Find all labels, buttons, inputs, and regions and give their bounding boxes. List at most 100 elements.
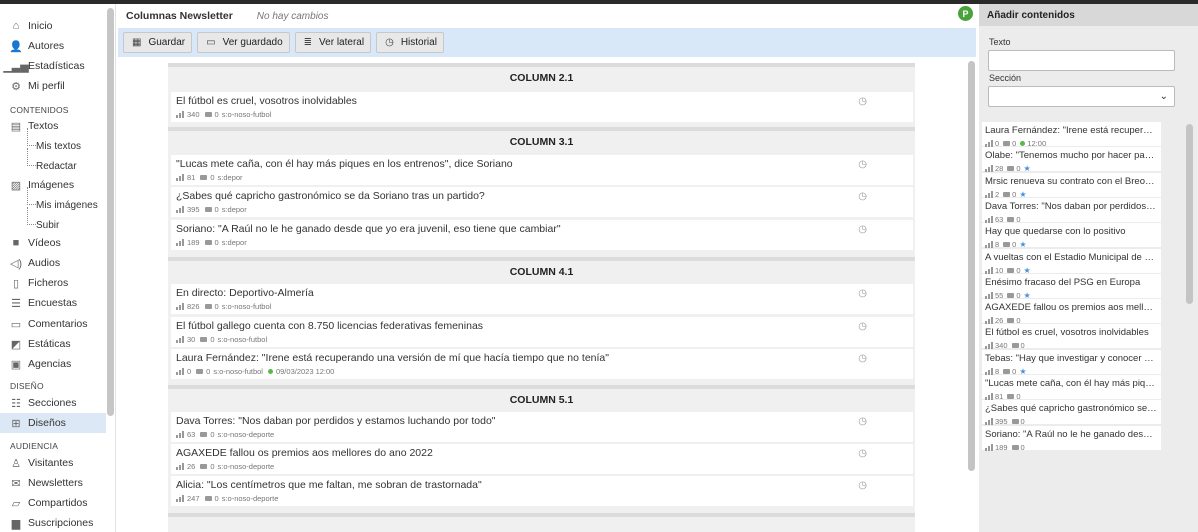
clock-icon[interactable]: ◷ xyxy=(858,480,867,491)
views-icon xyxy=(176,174,184,181)
content-item-title: "Lucas mete caña, con él hay más piques … xyxy=(985,378,1157,389)
panel-scrollbar[interactable] xyxy=(1186,124,1193,304)
column-item[interactable]: Dava Torres: "Nos daban por perdidos y e… xyxy=(171,412,913,442)
content-item-title: Enésimo fracaso del PSG en Europa xyxy=(985,276,1141,288)
clock-icon[interactable]: ◷ xyxy=(858,159,867,170)
content-list-item[interactable]: Laura Fernández: "Irene está recuperando… xyxy=(982,122,1161,148)
sidebar-item-estaticas[interactable]: ◩ Estáticas xyxy=(0,334,106,354)
clock-icon[interactable]: ◷ xyxy=(858,96,867,107)
content-list-item[interactable]: Dava Torres: "Nos daban por perdidos y e… xyxy=(982,197,1161,224)
save-button[interactable]: ▦ Guardar xyxy=(123,32,193,53)
column-item[interactable]: ¿Sabes qué capricho gastronómico se da S… xyxy=(171,187,913,217)
comment-icon xyxy=(1003,242,1011,248)
sidebar-item-compartidos[interactable]: ▱ Compartidos xyxy=(0,493,106,513)
view-sidebar-button[interactable]: ≣ Ver lateral xyxy=(294,32,372,53)
clock-icon[interactable]: ◷ xyxy=(858,191,867,202)
views-icon xyxy=(985,215,993,223)
content-list-item[interactable]: "Lucas mete caña, con él hay más piques … xyxy=(982,375,1161,401)
views-icon xyxy=(176,111,184,118)
section-select[interactable]: ⌄ xyxy=(988,86,1175,107)
item-title: ¿Sabes qué capricho gastronómico se da S… xyxy=(176,190,485,202)
view-saved-button[interactable]: ▭ Ver guardado xyxy=(197,32,290,53)
content-list-item[interactable]: Hay que quedarse con lo positivo 8 0 ★ xyxy=(982,223,1161,249)
clock-icon[interactable]: ◷ xyxy=(858,288,867,299)
sidebar-item-audios[interactable]: ◁) Audios xyxy=(0,253,106,273)
content-list-item[interactable]: ¿Sabes qué capricho gastronómico se da S… xyxy=(982,400,1161,426)
column-item[interactable]: En directo: Deportivo-Almería 826 0 s:o-… xyxy=(171,284,913,314)
item-title: El fútbol es cruel, vosotros inolvidable… xyxy=(176,95,357,107)
sidebar-item-autores[interactable]: 👤 Autores xyxy=(0,36,106,56)
content-list-item[interactable]: Mrsic renueva su contrato con el Breogán… xyxy=(982,172,1161,199)
add-content-panel: Añadir contenidos Texto Sección ⌄ Laura … xyxy=(979,4,1198,532)
clock-icon[interactable]: ◷ xyxy=(858,321,867,332)
sidebar-item-inicio[interactable]: ⌂ Inicio xyxy=(0,16,106,36)
sidebar-scrollbar[interactable] xyxy=(107,8,114,416)
sidebar-item-comentarios[interactable]: ▭ Comentarios xyxy=(0,314,106,334)
sidebar-item-visitantes[interactable]: ♙ Visitantes xyxy=(0,453,106,473)
comment-icon xyxy=(1003,141,1011,146)
sidebar-item-imagenes[interactable]: ▨ Imágenes xyxy=(0,175,106,195)
agency-icon: ▣ xyxy=(10,358,22,371)
clock-icon[interactable]: ◷ xyxy=(858,448,867,459)
content-list-item[interactable]: Olabe: "Tenemos mucho por hacer para seg… xyxy=(982,147,1161,173)
views-icon xyxy=(176,431,184,438)
sidebar-item-textos[interactable]: ▤ Textos xyxy=(0,116,106,136)
column-item[interactable]: AGAXEDE fallou os premios aos mellores d… xyxy=(171,444,913,474)
column-item[interactable]: El fútbol gallego cuenta con 8.750 licen… xyxy=(171,317,913,347)
sidebar-subitem-mis-textos[interactable]: Mis textos xyxy=(0,128,106,156)
history-icon: ◷ xyxy=(385,37,394,48)
sidebar-item-newsletters[interactable]: ✉ Newsletters xyxy=(0,473,106,493)
content-list-item[interactable]: A vueltas con el Estadio Municipal de Ri… xyxy=(982,248,1161,275)
content-item-title: Dava Torres: "Nos daban por perdidos y e… xyxy=(985,200,1157,212)
content-list-item[interactable]: Enésimo fracaso del PSG en Europa 55 0 ★ xyxy=(982,273,1161,300)
content-list-item[interactable]: AGAXEDE fallou os premios aos mellores d… xyxy=(982,299,1161,325)
user-badge[interactable]: P xyxy=(958,6,973,21)
clock-icon[interactable]: ◷ xyxy=(858,224,867,235)
column-item[interactable]: Laura Fernández: "Irene está recuperando… xyxy=(171,349,913,379)
sidebar-item-videos[interactable]: ■ Vídeos xyxy=(0,233,106,253)
share-icon: ▱ xyxy=(11,497,21,510)
sidebar-item-encuestas[interactable]: ☰ Encuestas xyxy=(0,293,106,313)
column-item[interactable]: Alicia: "Los centímetros que me faltan, … xyxy=(171,476,913,506)
sidebar-item-suscripciones[interactable]: ▆ Suscripciones xyxy=(0,513,106,532)
item-title: Dava Torres: "Nos daban por perdidos y e… xyxy=(176,415,496,427)
layers-icon: ≣ xyxy=(303,37,313,48)
sidebar-subitem-mis-imagenes[interactable]: Mis imágenes xyxy=(0,187,106,215)
views-icon xyxy=(985,418,993,426)
sidebar-item-ficheros[interactable]: ▯ Ficheros xyxy=(0,273,106,293)
content-item-title: A vueltas con el Estadio Municipal de Ri… xyxy=(985,251,1157,263)
content-item-title: Laura Fernández: "Irene está recuperando… xyxy=(985,125,1157,136)
sidebar-item-secciones[interactable]: ☷ Secciones xyxy=(0,393,106,413)
content-list-item[interactable]: Soriano: "A Raúl no le he ganado desde q… xyxy=(982,425,1161,452)
item-title: AGAXEDE fallou os premios aos mellores d… xyxy=(176,447,433,459)
comment-icon xyxy=(204,304,212,309)
sidebar-subitem-subir[interactable]: Subir xyxy=(0,207,106,235)
comment-icon xyxy=(200,337,208,342)
history-button[interactable]: ◷ Historial xyxy=(376,32,444,53)
visitors-icon: ♙ xyxy=(11,457,21,470)
section-heading-diseno: DISEÑO xyxy=(10,381,44,391)
column-item[interactable]: "Lucas mete caña, con él hay más piques … xyxy=(171,155,913,185)
sidebar-subitem-redactar[interactable]: Redactar xyxy=(0,148,106,176)
content-list-item[interactable]: Tebas: "Hay que investigar y conocer si … xyxy=(982,349,1161,376)
page-title: Columnas Newsletter xyxy=(126,10,233,22)
column-item[interactable]: Soriano: "A Raúl no le he ganado desde q… xyxy=(171,220,913,250)
column-item[interactable]: El fútbol es cruel, vosotros inolvidable… xyxy=(171,92,913,122)
main-scrollbar[interactable] xyxy=(968,61,975,471)
column-title: COLUMN 2.1 xyxy=(168,63,915,89)
clock-icon[interactable]: ◷ xyxy=(858,353,867,364)
grid-icon: ⊞ xyxy=(11,417,21,430)
poll-icon: ☰ xyxy=(11,297,21,310)
sidebar-item-mi-perfil[interactable]: ⚙ Mi perfil xyxy=(0,76,106,96)
sidebar-item-agencias[interactable]: ▣ Agencias xyxy=(0,354,106,374)
column-title: COLUMN 4.1 xyxy=(168,257,915,283)
text-search-input[interactable] xyxy=(988,50,1175,71)
comment-icon xyxy=(204,496,212,501)
sidebar-item-disenos[interactable]: ⊞ Diseños xyxy=(0,413,106,433)
sidebar-item-estadisticas[interactable]: ▁▃▅ Estadísticas xyxy=(0,56,106,76)
clock-icon[interactable]: ◷ xyxy=(858,416,867,427)
content-item-title: AGAXEDE fallou os premios aos mellores d… xyxy=(985,302,1157,314)
comment-icon xyxy=(200,464,208,469)
content-list-item[interactable]: El fútbol es cruel, vosotros inolvidable… xyxy=(982,324,1161,350)
column-block: COLUMN 4.1 xyxy=(168,257,915,283)
